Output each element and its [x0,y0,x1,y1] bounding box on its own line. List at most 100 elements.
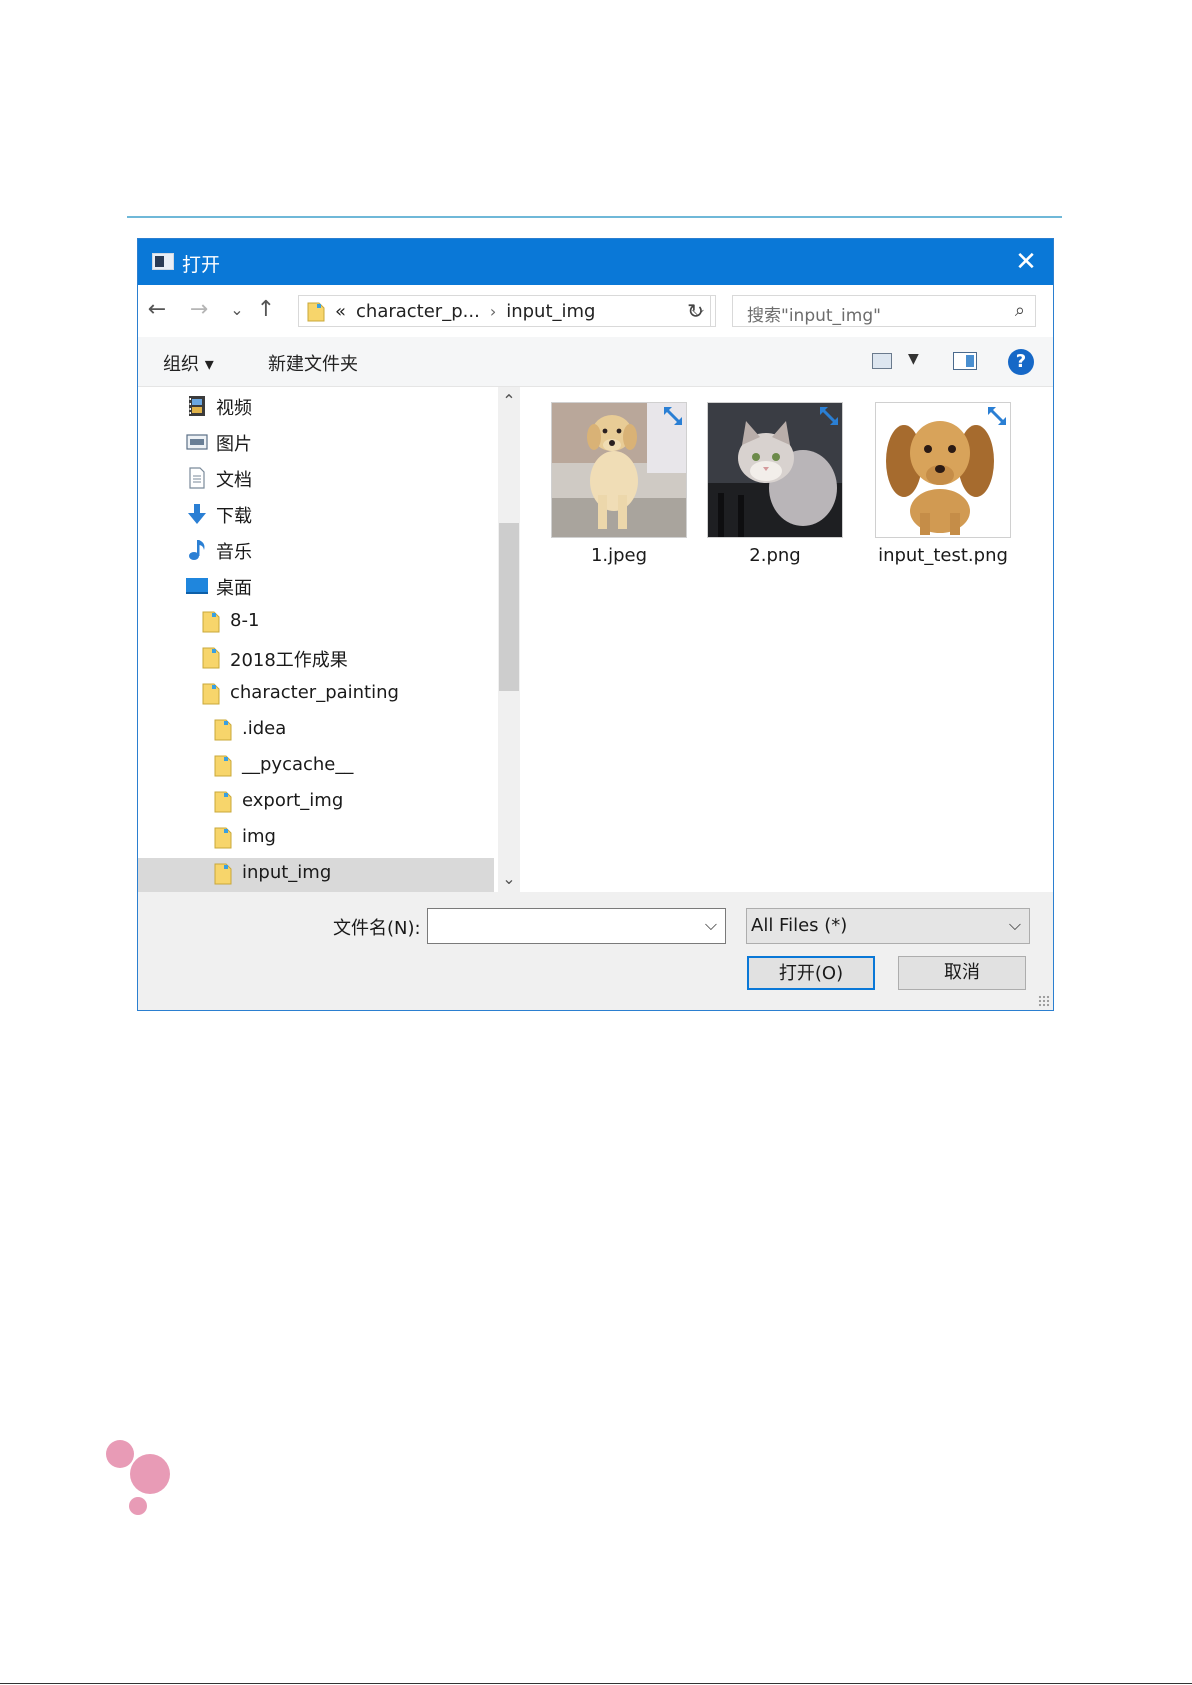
back-button[interactable]: ← [144,297,170,323]
nav-item-folder-character-painting[interactable]: character_painting [200,679,490,711]
nav-item-pictures[interactable]: 图片 [186,427,486,459]
file-name: input_test.png [878,545,1008,566]
view-mode-dropdown-icon[interactable]: ▼ [908,351,919,367]
nav-item-folder-input-img[interactable]: input_img [138,858,494,892]
recent-locations-button[interactable]: ⌄ [224,297,250,323]
pycharm-badge-icon [664,407,682,425]
nav-item-label: 音乐 [216,542,252,563]
music-icon [189,540,205,560]
pycharm-badge-icon [988,407,1006,425]
video-icon [189,396,205,416]
folder-icon [214,827,232,849]
nav-item-folder-pycache[interactable]: __pycache__ [212,751,492,783]
dialog-titlebar[interactable]: 打开 ✕ [138,239,1053,285]
documents-icon [189,467,205,489]
folder-icon [202,611,220,633]
resize-grip-icon[interactable] [1038,995,1050,1007]
cancel-button[interactable]: 取消 [898,956,1026,990]
open-file-dialog: 打开 ✕ ← → ⌄ ↑ « character_p... › input_img ⌵… [137,238,1054,1011]
folder-icon [214,755,232,777]
file-name: 2.png [749,545,801,566]
file-item-2-png[interactable]: 2.png [696,397,846,577]
view-mode-icon[interactable] [872,353,892,369]
file-item-input-test-png[interactable]: input_test.png [864,397,1014,577]
breadcrumb-overflow[interactable]: « [335,301,346,322]
nav-item-desktop[interactable]: 桌面 [186,571,486,603]
preview-pane-icon[interactable] [953,352,977,370]
file-item-1-jpeg[interactable]: 1.jpeg [540,397,690,577]
page-bottom-rule [0,1683,1192,1684]
chevron-down-icon[interactable]: ⌵ [1009,915,1021,935]
folder-icon [214,791,232,813]
nav-item-label: 8-1 [230,610,260,631]
filename-input[interactable] [432,913,696,941]
nav-item-label: 2018工作成果 [230,650,348,671]
nav-item-label: img [242,826,276,847]
breadcrumb-item-input-img[interactable]: input_img [506,301,595,322]
close-button[interactable]: ✕ [1011,247,1041,277]
nav-item-label: .idea [242,718,287,739]
navigation-pane: 视频 图片 文档 下载 音乐 桌面 8-1 2018工作成果 character… [138,387,498,892]
filename-combobox[interactable]: ⌵ [427,908,726,944]
scroll-up-icon[interactable]: ⌃ [498,391,520,410]
breadcrumb-separator[interactable]: › [490,302,496,321]
nav-item-label: input_img [242,862,332,883]
nav-item-label: 文档 [216,470,252,491]
nav-item-label: character_painting [230,682,399,703]
download-icon [188,504,206,524]
nav-item-folder-8-1[interactable]: 8-1 [200,607,490,639]
address-bar[interactable]: «character_p... › input_img ⌵ [298,295,711,327]
search-box[interactable]: 搜索"input_img" ⌕ [732,295,1036,327]
nav-item-music[interactable]: 音乐 [186,535,486,567]
pycharm-badge-icon [820,407,838,425]
nav-item-folder-img[interactable]: img [212,823,492,855]
file-name: 1.jpeg [590,545,648,566]
dialog-title: 打开 [182,254,221,276]
nav-item-downloads[interactable]: 下载 [186,499,486,531]
nav-item-folder-idea[interactable]: .idea [212,715,492,747]
nav-item-video[interactable]: 视频 [186,391,486,423]
decorative-bubbles-icon [106,1440,170,1515]
nav-item-documents[interactable]: 文档 [186,463,486,495]
command-bar: 组织 ▾ 新建文件夹 ▼ ? [138,337,1053,387]
search-placeholder: 搜索"input_img" [747,306,881,326]
folder-icon [202,683,220,705]
up-button[interactable]: ↑ [253,297,279,323]
chevron-down-icon[interactable]: ⌵ [705,915,717,935]
help-icon[interactable]: ? [1008,349,1034,375]
nav-item-label: 图片 [216,434,252,455]
folder-icon [214,719,232,741]
folder-icon [307,302,325,322]
nav-item-label: 桌面 [216,578,252,599]
folder-icon [214,863,232,885]
search-icon[interactable]: ⌕ [1015,300,1025,321]
nav-scrollbar[interactable]: ⌃ ⌄ [498,387,520,892]
folder-icon [202,647,220,669]
nav-item-label: __pycache__ [242,754,354,775]
filename-label: 文件名(N): [333,918,421,939]
scroll-down-icon[interactable]: ⌄ [498,869,520,888]
file-thumbnail [551,402,687,538]
scroll-thumb[interactable] [499,523,519,691]
breadcrumb: « character_p... › input_img [335,301,605,322]
nav-item-label: export_img [242,790,344,811]
navigation-bar: ← → ⌄ ↑ «character_p... › input_img ⌵ ↻ 搜索… [138,285,1053,337]
nav-item-label: 下载 [216,506,252,527]
file-list-pane: 1.jpeg 2.png input_test.png [520,387,1053,892]
pictures-icon [186,434,208,450]
breadcrumb-item-character-painting[interactable]: character_p... [356,301,480,322]
file-thumbnail [707,402,843,538]
desktop-icon [186,578,208,594]
nav-item-folder-export-img[interactable]: export_img [212,787,492,819]
new-folder-button[interactable]: 新建文件夹 [268,350,358,376]
window-app-icon [152,253,174,270]
organize-button[interactable]: 组织 ▾ [163,350,214,376]
page-top-rule [127,216,1062,218]
file-type-filter-value: All Files (*) [751,915,848,936]
file-thumbnail [875,402,1011,538]
open-button[interactable]: 打开(O) [747,956,875,990]
file-type-filter-select[interactable]: All Files (*) ⌵ [746,908,1030,944]
nav-item-folder-2018[interactable]: 2018工作成果 [200,643,490,675]
forward-button[interactable]: → [186,297,212,323]
refresh-button[interactable]: ↻ [676,295,716,327]
